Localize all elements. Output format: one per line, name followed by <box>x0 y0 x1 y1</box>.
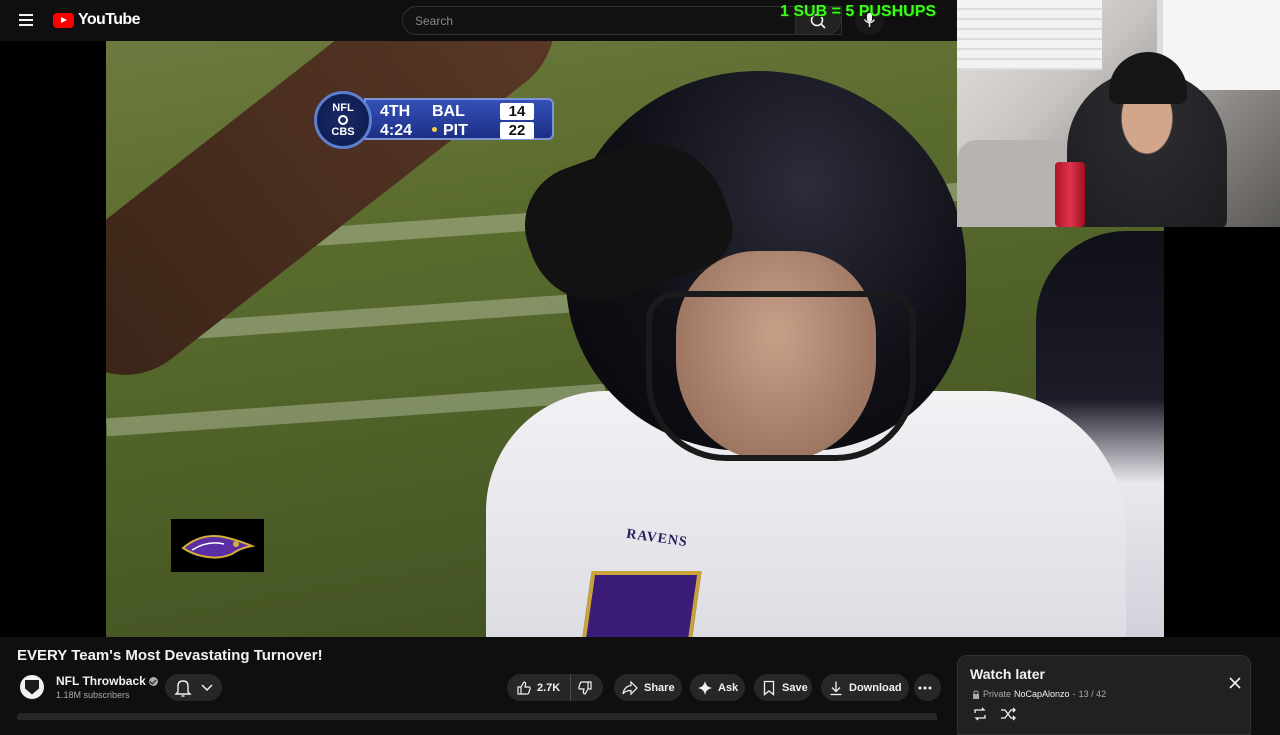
shuffle-playlist-button[interactable] <box>1000 707 1016 721</box>
streamer-webcam <box>957 0 1280 227</box>
playlist-owner[interactable]: NoCapAlonzo <box>1014 689 1070 699</box>
channel-name: NFL Throwback <box>56 674 146 688</box>
scorebug-panel: 4TH BAL 14 4:24 PIT 22 <box>364 98 554 140</box>
bookmark-icon <box>763 680 775 696</box>
network-logo-bottom: CBS <box>331 126 355 138</box>
separator: - <box>1072 689 1076 699</box>
verified-badge-icon <box>148 677 158 687</box>
network-eye-icon <box>338 115 348 125</box>
webcam-blinds <box>957 0 1102 70</box>
save-label: Save <box>782 681 808 694</box>
download-button[interactable]: Download <box>821 674 909 701</box>
lock-icon <box>973 689 979 699</box>
playlist-meta: Private NoCapAlonzo - 13 / 42 <box>972 689 1106 699</box>
scorebug-row-1: 4TH BAL 14 <box>380 103 550 121</box>
jersey-number <box>580 571 702 637</box>
nfl-shield-icon <box>25 679 39 695</box>
search-box[interactable] <box>402 6 842 35</box>
share-label: Share <box>644 681 675 694</box>
youtube-play-icon <box>53 12 74 28</box>
team1-score: 14 <box>500 103 534 120</box>
share-arrow-icon <box>622 680 638 695</box>
loop-playlist-button[interactable] <box>972 707 988 721</box>
team2-score: 22 <box>500 122 534 139</box>
promo-overlay-text: 1 SUB = 5 PUSHUPS <box>780 3 937 20</box>
shuffle-icon <box>1001 707 1016 721</box>
thumbs-up-icon <box>517 680 531 695</box>
save-button[interactable]: Save <box>754 674 812 701</box>
playlist-title[interactable]: Watch later <box>970 666 1045 682</box>
share-button[interactable]: Share <box>614 674 682 701</box>
bell-icon <box>174 680 192 697</box>
team2-abbr: PIT <box>443 122 468 139</box>
thumbs-down-icon <box>577 680 592 695</box>
network-logo: NFL CBS <box>314 91 372 149</box>
like-button[interactable]: 2.7K <box>507 674 571 701</box>
more-actions-button[interactable] <box>914 674 941 701</box>
possession-dot-icon <box>432 127 437 133</box>
playlist-position: 13 / 42 <box>1078 689 1107 699</box>
sparkle-icon <box>698 680 712 695</box>
watch-later-playlist-panel: Watch later Private NoCapAlonzo - 13 / 4… <box>957 655 1251 735</box>
ask-button[interactable]: Ask <box>690 674 745 701</box>
youtube-logo[interactable]: YouTube <box>53 11 140 29</box>
scorebug-row-2: 4:24 PIT 22 <box>380 122 550 140</box>
subscriber-count: 1.18M subscribers <box>56 690 130 700</box>
helmet-facemask <box>646 291 916 461</box>
like-count: 2.7K <box>537 681 561 694</box>
notification-bell-button[interactable] <box>165 674 222 701</box>
search-input[interactable] <box>415 13 775 28</box>
video-title: EVERY Team's Most Devastating Turnover! <box>17 647 323 664</box>
menu-icon[interactable] <box>14 8 38 32</box>
webcam-cup <box>1055 162 1085 227</box>
like-dislike-group: 2.7K <box>507 674 603 701</box>
download-icon <box>830 681 842 695</box>
more-horizontal-icon <box>918 686 932 689</box>
game-clock: 4:24 <box>380 122 413 139</box>
description-box-edge <box>17 713 937 720</box>
scorebug: 4TH BAL 14 4:24 PIT 22 NFL CBS <box>314 91 554 149</box>
ask-label: Ask <box>718 681 739 694</box>
raven-head-icon <box>180 534 256 559</box>
channel-avatar[interactable] <box>20 675 44 699</box>
loop-icon <box>974 707 986 721</box>
close-icon <box>1229 677 1241 689</box>
team1-abbr: BAL <box>432 103 465 120</box>
download-label: Download <box>849 681 902 694</box>
channel-name-link[interactable]: NFL Throwback <box>56 674 158 688</box>
network-logo-top: NFL <box>332 102 354 114</box>
ravens-logo <box>171 519 264 572</box>
chevron-down-icon <box>201 684 213 692</box>
dislike-button[interactable] <box>571 674 603 701</box>
quarter-label: 4TH <box>380 103 411 120</box>
logo-text: YouTube <box>78 11 140 28</box>
privacy-label: Private <box>983 689 1012 699</box>
close-playlist-button[interactable] <box>1226 674 1244 692</box>
